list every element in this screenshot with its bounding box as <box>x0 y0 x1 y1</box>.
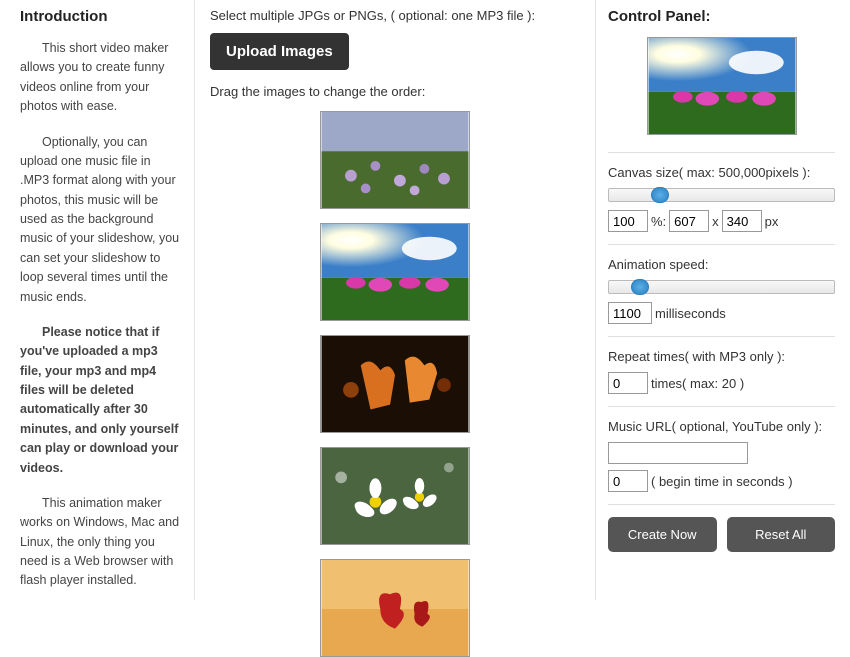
intro-paragraph-warning: Please notice that if you've uploaded a … <box>20 323 182 478</box>
canvas-percent-input[interactable] <box>608 210 648 232</box>
thumbnail-item[interactable] <box>320 223 470 321</box>
px-unit: px <box>765 214 779 229</box>
divider <box>608 504 835 505</box>
divider <box>608 336 835 337</box>
slider-handle[interactable] <box>651 187 669 203</box>
upload-column: Select multiple JPGs or PNGs, ( optional… <box>195 0 595 600</box>
intro-paragraph: This animation maker works on Windows, M… <box>20 494 182 591</box>
canvas-size-slider[interactable] <box>608 188 835 202</box>
divider <box>608 406 835 407</box>
control-panel-heading: Control Panel: <box>608 8 835 25</box>
intro-heading: Introduction <box>20 8 182 25</box>
create-now-button[interactable]: Create Now <box>608 517 717 552</box>
intro-column: Introduction This short video maker allo… <box>0 0 195 600</box>
repeat-times-label: Repeat times( with MP3 only ): <box>608 349 835 364</box>
repeat-unit: times( max: 20 ) <box>651 376 744 391</box>
thumbnail-item[interactable] <box>320 447 470 545</box>
music-begin-input[interactable] <box>608 470 648 492</box>
repeat-times-group: Repeat times( with MP3 only ): times( ma… <box>608 349 835 394</box>
divider <box>608 152 835 153</box>
music-url-input[interactable] <box>608 442 748 464</box>
animation-speed-group: Animation speed: milliseconds <box>608 257 835 324</box>
control-panel-column: Control Panel: Canvas size( max: 500,000… <box>595 0 850 600</box>
thumbnail-item[interactable] <box>320 335 470 433</box>
music-url-label: Music URL( optional, YouTube only ): <box>608 419 835 434</box>
slider-handle[interactable] <box>631 279 649 295</box>
x-separator: x <box>712 214 719 229</box>
divider <box>608 244 835 245</box>
upload-instruction: Select multiple JPGs or PNGs, ( optional… <box>210 8 580 23</box>
animation-speed-label: Animation speed: <box>608 257 835 272</box>
animation-speed-input[interactable] <box>608 302 652 324</box>
canvas-width-input[interactable] <box>669 210 709 232</box>
animation-speed-slider[interactable] <box>608 280 835 294</box>
reset-all-button[interactable]: Reset All <box>727 517 836 552</box>
begin-unit: ( begin time in seconds ) <box>651 474 793 489</box>
percent-unit: %: <box>651 214 666 229</box>
intro-paragraph: This short video maker allows you to cre… <box>20 39 182 117</box>
ms-unit: milliseconds <box>655 306 726 321</box>
canvas-height-input[interactable] <box>722 210 762 232</box>
upload-images-button[interactable]: Upload Images <box>210 33 349 70</box>
preview-image <box>647 37 797 135</box>
canvas-size-group: Canvas size( max: 500,000pixels ): %: x … <box>608 165 835 232</box>
drag-instruction: Drag the images to change the order: <box>210 84 580 99</box>
repeat-times-input[interactable] <box>608 372 648 394</box>
thumbnail-item[interactable] <box>320 111 470 209</box>
canvas-size-label: Canvas size( max: 500,000pixels ): <box>608 165 835 180</box>
thumbnail-item[interactable] <box>320 559 470 657</box>
music-url-group: Music URL( optional, YouTube only ): ( b… <box>608 419 835 492</box>
thumbnail-list <box>210 111 580 657</box>
intro-paragraph: Optionally, you can upload one music fil… <box>20 133 182 307</box>
